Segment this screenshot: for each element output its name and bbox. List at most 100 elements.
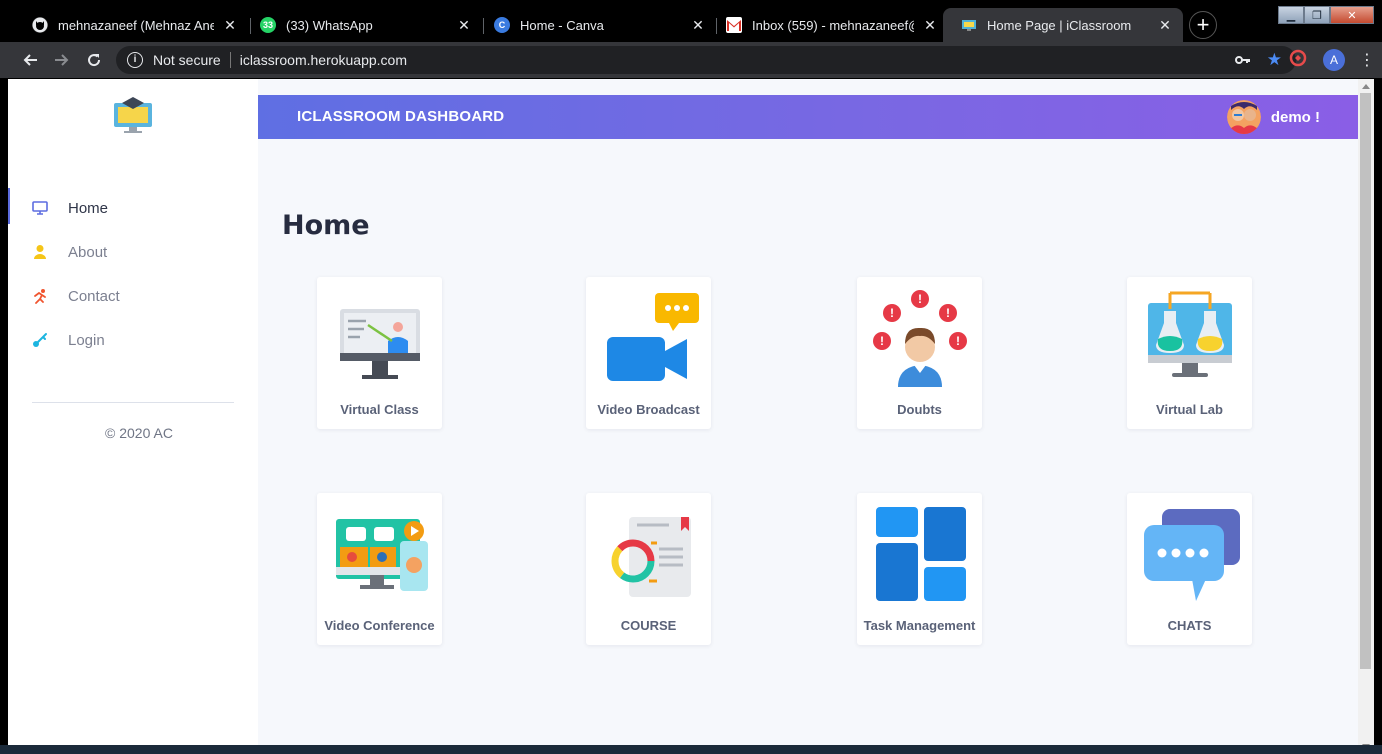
card-task-management[interactable]: Task Management <box>857 493 982 645</box>
card-label: Virtual Class <box>340 402 419 417</box>
sidebar-item-login[interactable]: Login <box>8 318 258 362</box>
card-video-conference[interactable]: Video Conference <box>317 493 442 645</box>
sidebar-item-label: Home <box>68 199 109 217</box>
browser-tab-github[interactable]: mehnazaneef (Mehnaz Aneef) ✕ <box>14 8 248 42</box>
address-bar[interactable]: i Not secure iclassroom.herokuapp.com ★ <box>116 46 1296 74</box>
github-icon <box>32 17 48 33</box>
sidebar-item-contact[interactable]: Contact <box>8 274 258 318</box>
maximize-button[interactable]: ❐ <box>1304 6 1330 24</box>
iclassroom-icon <box>961 17 977 33</box>
card-course[interactable]: COURSE <box>586 493 711 645</box>
task-tiles-icon <box>857 505 982 605</box>
username: demo ! <box>1270 108 1320 126</box>
lab-flask-icon <box>1127 289 1252 389</box>
virtual-class-icon <box>317 289 442 389</box>
key-icon <box>32 332 48 348</box>
forward-arrow-icon <box>55 54 69 66</box>
svg-text:!: ! <box>890 306 894 320</box>
back-arrow-icon <box>23 54 37 66</box>
dashboard-header: ICLASSROOM DASHBOARD demo ! <box>258 95 1358 139</box>
card-label: Virtual Lab <box>1156 402 1223 417</box>
browser-tab-iclassroom[interactable]: Home Page | iClassroom ✕ <box>943 8 1183 42</box>
close-tab-icon[interactable]: ✕ <box>690 17 706 33</box>
user-menu[interactable]: demo ! <box>1226 100 1320 134</box>
forward-button[interactable] <box>46 44 78 76</box>
gmail-icon <box>726 17 742 33</box>
browser-tabstrip: mehnazaneef (Mehnaz Aneef) ✕ 33 (33) Wha… <box>0 0 1382 42</box>
window-controls: ▁ ❐ ✕ <box>1278 6 1374 24</box>
page-title: Home <box>282 210 370 241</box>
close-tab-icon[interactable]: ✕ <box>1157 17 1173 33</box>
whatsapp-icon: 33 <box>260 17 276 33</box>
new-tab-button[interactable]: + <box>1189 11 1217 39</box>
reload-icon <box>88 54 101 67</box>
monitor-icon <box>32 200 48 216</box>
page-viewport: Home About Contact Login © 2020 AC ICLAS… <box>8 79 1358 754</box>
sidebar-item-about[interactable]: About <box>8 230 258 274</box>
svg-text:!: ! <box>918 292 922 306</box>
person-icon <box>32 244 48 260</box>
card-label: CHATS <box>1167 618 1212 633</box>
sidebar-item-label: About <box>68 243 108 261</box>
svg-text:!: ! <box>956 334 960 348</box>
card-virtual-lab[interactable]: Virtual Lab <box>1127 277 1252 429</box>
tab-title: Home - Canva <box>520 17 604 33</box>
card-video-broadcast[interactable]: Video Broadcast <box>586 277 711 429</box>
sidebar: Home About Contact Login © 2020 AC <box>8 79 258 754</box>
svg-text:!: ! <box>946 306 950 320</box>
toolbar-extensions: A ⋮ <box>1280 42 1382 78</box>
omnibox-actions: ★ <box>1234 50 1282 70</box>
card-chats[interactable]: CHATS <box>1127 493 1252 645</box>
card-label: Task Management <box>863 618 976 633</box>
back-button[interactable] <box>14 44 46 76</box>
sidebar-item-label: Login <box>68 331 105 349</box>
page-scrollbar[interactable] <box>1358 79 1374 754</box>
avatar <box>1226 100 1261 134</box>
card-label: Doubts <box>897 402 942 417</box>
sidebar-item-label: Contact <box>68 287 120 305</box>
profile-avatar[interactable]: A <box>1323 49 1345 71</box>
minimize-button[interactable]: ▁ <box>1278 6 1304 24</box>
browser-toolbar: i Not secure iclassroom.herokuapp.com ★ <box>0 42 1382 78</box>
card-label: Video Conference <box>324 618 435 633</box>
extension-icon[interactable] <box>1280 49 1316 72</box>
close-tab-icon[interactable]: ✕ <box>456 17 472 33</box>
dashboard-title: ICLASSROOM DASHBOARD <box>297 108 505 125</box>
menu-kebab-icon[interactable]: ⋮ <box>1352 50 1382 70</box>
omnibox-divider <box>229 52 231 68</box>
url-text[interactable]: iclassroom.herokuapp.com <box>240 52 407 68</box>
doubts-icon: !!!!! <box>857 289 982 389</box>
tab-title: Inbox (559) - mehnazaneef@gm <box>752 17 914 33</box>
card-label: Video Broadcast <box>597 402 700 417</box>
browser-tab-whatsapp[interactable]: 33 (33) WhatsApp ✕ <box>242 8 482 42</box>
app-logo-icon[interactable] <box>112 95 154 137</box>
browser-tab-gmail[interactable]: Inbox (559) - mehnazaneef@gm ✕ <box>708 8 948 42</box>
security-label: Not secure <box>153 52 221 68</box>
sidebar-item-home[interactable]: Home <box>8 186 258 230</box>
close-tab-icon[interactable]: ✕ <box>222 17 238 33</box>
close-window-button[interactable]: ✕ <box>1330 6 1374 24</box>
os-taskbar <box>0 745 1382 754</box>
card-doubts[interactable]: !!!!! Doubts <box>857 277 982 429</box>
key-icon[interactable] <box>1234 52 1251 68</box>
video-camera-icon <box>586 289 711 389</box>
tab-title: mehnazaneef (Mehnaz Aneef) <box>58 17 214 33</box>
card-virtual-class[interactable]: Virtual Class <box>317 277 442 429</box>
svg-text:!: ! <box>880 334 884 348</box>
info-icon[interactable]: i <box>127 52 143 68</box>
sidebar-nav: Home About Contact Login <box>8 186 258 362</box>
tab-title: (33) WhatsApp <box>286 17 373 33</box>
browser-tab-canva[interactable]: C Home - Canva ✕ <box>476 8 716 42</box>
close-tab-icon[interactable]: ✕ <box>922 17 938 33</box>
course-document-icon <box>586 505 711 605</box>
copyright-text: © 2020 AC <box>105 425 173 441</box>
video-conference-icon <box>317 505 442 605</box>
card-label: COURSE <box>620 618 677 633</box>
reload-button[interactable] <box>78 44 110 76</box>
runner-icon <box>32 288 48 304</box>
canva-icon: C <box>494 17 510 33</box>
scroll-up-icon[interactable] <box>1362 84 1370 89</box>
sidebar-divider <box>32 402 234 403</box>
tab-title: Home Page | iClassroom <box>987 17 1132 33</box>
scrollbar-thumb[interactable] <box>1360 93 1371 669</box>
